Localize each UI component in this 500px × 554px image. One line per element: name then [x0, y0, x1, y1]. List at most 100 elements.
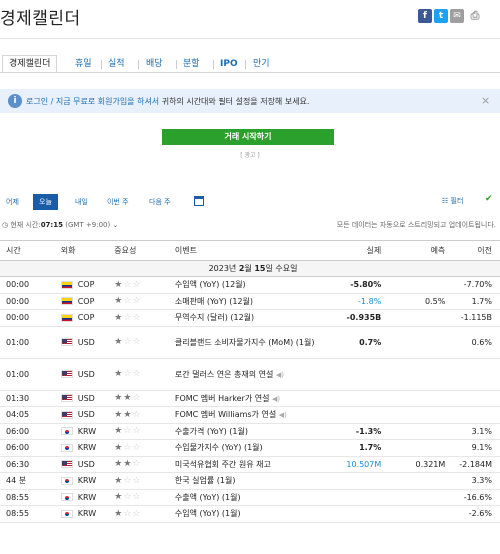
table-row[interactable]: 44 분 KRW ★☆☆ 한국 실업률 (1월) 3.3%: [0, 472, 500, 490]
current-time[interactable]: ◷ 현재 시간:07:15 (GMT +9:00) ⌄: [2, 220, 118, 230]
start-trading-button[interactable]: 거래 시작하기: [162, 129, 334, 145]
cell-importance: ★☆☆: [108, 309, 169, 327]
tab-holidays[interactable]: 휴일: [75, 57, 92, 72]
tab-ipo[interactable]: IPO: [220, 57, 238, 72]
event-name[interactable]: 클리블랜드 소비자물가지수 (MoM) (1월): [175, 338, 315, 347]
cell-forecast: [389, 423, 454, 440]
cell-currency: USD: [54, 326, 109, 359]
cell-event[interactable]: 수입물가지수 (YoY) (1월): [168, 439, 320, 457]
date-tab-next-week[interactable]: 다음 주: [149, 194, 171, 210]
cell-actual: -1.3%: [319, 423, 390, 440]
cell-currency: KRW: [54, 439, 109, 457]
table-row[interactable]: 01:00 USD ★☆☆ 클리블랜드 소비자물가지수 (MoM) (1월) 0.7% 0…: [0, 326, 500, 359]
cell-actual: 0.7%: [319, 326, 390, 359]
cell-importance: ★☆☆: [108, 472, 169, 490]
cell-event[interactable]: 로간 댈러스 연은 총재의 연설 ◀): [168, 358, 320, 391]
twitter-icon[interactable]: t: [434, 9, 448, 23]
cell-forecast: [389, 276, 454, 294]
col-forecast: 예측: [389, 240, 454, 261]
print-icon[interactable]: ⎙: [468, 9, 482, 23]
table-row[interactable]: 06:00 KRW ★☆☆ 수입물가지수 (YoY) (1월) 1.7% 9.1%: [0, 439, 500, 457]
cell-event[interactable]: 미국석유협회 주간 원유 재고: [168, 456, 320, 473]
check-icon: ✔: [485, 194, 493, 204]
event-name[interactable]: FOMC 멤버 Harker가 연설: [175, 394, 270, 403]
table-row[interactable]: 00:00 COP ★☆☆ 소매판매 (YoY) (12월) -1.8% 0.5% 1.7%: [0, 293, 500, 310]
cell-importance: ★☆☆: [108, 358, 169, 391]
date-tab-today[interactable]: 오늘: [33, 194, 58, 210]
cell-importance: ★★☆: [108, 456, 169, 473]
cell-event[interactable]: 무역수지 (달러) (12월): [168, 309, 320, 327]
email-icon[interactable]: ✉: [450, 9, 464, 23]
cell-previous: -2.6%: [453, 505, 500, 523]
table-row[interactable]: 08:55 KRW ★☆☆ 수출액 (YoY) (1월) -16.6%: [0, 489, 500, 506]
tab-expiration[interactable]: 만기: [253, 57, 270, 72]
event-name[interactable]: 수입물가지수 (YoY) (1월): [175, 443, 263, 452]
cell-actual: -0.935B: [319, 309, 390, 327]
cell-currency: KRW: [54, 423, 109, 440]
cell-previous: -7.70%: [453, 276, 500, 294]
cell-event[interactable]: 소매판매 (YoY) (12월): [168, 293, 320, 310]
currency-code: USD: [77, 459, 95, 469]
cell-previous: -1.115B: [453, 309, 500, 327]
event-name[interactable]: 미국석유협회 주간 원유 재고: [175, 460, 271, 469]
event-name[interactable]: 로간 댈러스 연은 총재의 연설: [175, 370, 274, 379]
cell-event[interactable]: 클리블랜드 소비자물가지수 (MoM) (1월): [168, 326, 320, 359]
event-name[interactable]: 수출가격 (YoY) (1월): [175, 427, 248, 436]
importance-stars-icon: ★★☆: [114, 459, 142, 470]
cell-currency: KRW: [54, 489, 109, 506]
table-row[interactable]: 01:30 USD ★★☆ FOMC 멤버 Harker가 연설 ◀): [0, 390, 500, 407]
cell-event[interactable]: 수입액 (YoY) (1월): [168, 505, 320, 523]
tab-economic-calendar[interactable]: 경제캘린더: [2, 55, 58, 73]
ad-label: [ 광고 ]: [240, 152, 260, 159]
table-row[interactable]: 06:00 KRW ★☆☆ 수출가격 (YoY) (1월) -1.3% 3.1%: [0, 423, 500, 440]
table-row[interactable]: 06:30 USD ★★☆ 미국석유협회 주간 원유 재고 10.507M 0.321M -…: [0, 456, 500, 473]
flag-icon: [60, 338, 73, 346]
tab-splits[interactable]: 분할: [183, 57, 200, 72]
cell-time: 00:00: [0, 293, 55, 310]
timezone-label: (GMT +9:00): [65, 221, 111, 229]
table-row[interactable]: 00:00 COP ★☆☆ 무역수지 (달러) (12월) -0.935B -1.115B: [0, 309, 500, 327]
event-name[interactable]: 한국 실업률 (1월): [175, 476, 236, 485]
cell-importance: ★☆☆: [108, 489, 169, 506]
cell-forecast: [389, 326, 454, 359]
tab-dividends[interactable]: 배당: [146, 57, 163, 72]
cell-currency: USD: [54, 406, 109, 424]
login-message: 로그인 / 지금 무료로 회원가입을 하셔서 귀하의 시간대와 필터 설정을 저…: [26, 96, 309, 107]
cell-currency: COP: [54, 293, 109, 310]
cell-event[interactable]: FOMC 멤버 Williams가 연설 ◀): [168, 406, 320, 424]
cell-event[interactable]: 한국 실업률 (1월): [168, 472, 320, 490]
date-tab-yesterday[interactable]: 어제: [6, 194, 19, 210]
tab-earnings[interactable]: 실적: [108, 57, 125, 72]
facebook-icon[interactable]: f: [418, 9, 432, 23]
event-name[interactable]: 수입액 (YoY) (12월): [175, 280, 246, 289]
table-row[interactable]: 01:00 USD ★☆☆ 로간 댈러스 연은 총재의 연설 ◀): [0, 358, 500, 391]
importance-stars-icon: ★☆☆: [114, 442, 142, 453]
col-event: 이벤트: [168, 240, 320, 261]
cell-time: 08:55: [0, 489, 55, 506]
close-icon[interactable]: ×: [481, 94, 490, 107]
event-name[interactable]: 수입액 (YoY) (1월): [175, 509, 241, 518]
table-row[interactable]: 08:55 KRW ★☆☆ 수입액 (YoY) (1월) -2.6%: [0, 505, 500, 523]
cell-previous: [453, 406, 500, 424]
currency-code: USD: [77, 410, 95, 420]
cell-forecast: [389, 358, 454, 391]
flag-icon: [60, 443, 73, 452]
cell-time: 01:00: [0, 358, 55, 391]
event-name[interactable]: FOMC 멤버 Williams가 연설: [175, 410, 276, 419]
cell-event[interactable]: 수출액 (YoY) (1월): [168, 489, 320, 506]
cell-time: 01:00: [0, 326, 55, 359]
cell-event[interactable]: 수입액 (YoY) (12월): [168, 276, 320, 294]
cell-event[interactable]: 수출가격 (YoY) (1월): [168, 423, 320, 440]
table-row[interactable]: 00:00 COP ★☆☆ 수입액 (YoY) (12월) -5.80% -7.70%: [0, 276, 500, 294]
flag-icon: [60, 370, 73, 378]
cell-event[interactable]: FOMC 멤버 Harker가 연설 ◀): [168, 390, 320, 407]
date-tab-this-week[interactable]: 이번 주: [107, 194, 129, 210]
filter-button[interactable]: ☷ 필터: [442, 196, 463, 206]
login-link[interactable]: 로그인 / 지금 무료로 회원가입을 하셔서: [26, 97, 159, 106]
date-tab-tomorrow[interactable]: 내일: [75, 194, 88, 210]
calendar-icon[interactable]: [194, 196, 204, 206]
event-name[interactable]: 수출액 (YoY) (1월): [175, 493, 241, 502]
event-name[interactable]: 소매판매 (YoY) (12월): [175, 297, 253, 306]
event-name[interactable]: 무역수지 (달러) (12월): [175, 313, 254, 322]
table-row[interactable]: 04:05 USD ★★☆ FOMC 멤버 Williams가 연설 ◀): [0, 406, 500, 424]
